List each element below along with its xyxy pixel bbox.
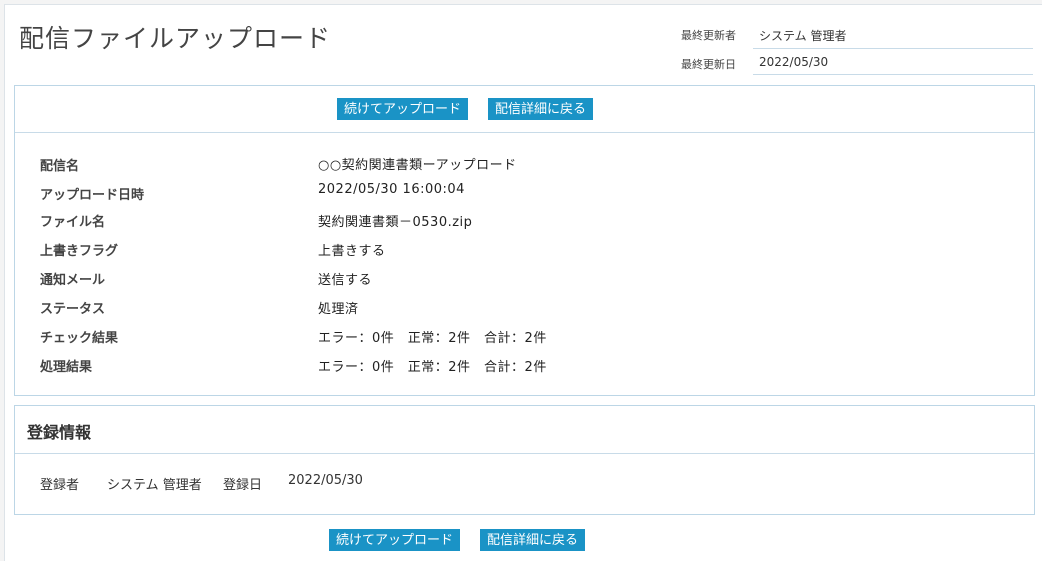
registration-date-value: 2022/05/30 <box>288 473 363 488</box>
registration-title: 登録情報 <box>27 423 92 442</box>
row-label-check-result: チェック結果 <box>40 331 119 346</box>
row-label-status: ステータス <box>40 302 106 317</box>
row-value-status: 処理済 <box>318 302 359 317</box>
row-value-overwrite-flag: 上書きする <box>318 244 386 259</box>
back-to-detail-button-bottom[interactable]: 配信詳細に戻る <box>480 529 586 551</box>
page-title: 配信ファイルアップロード <box>19 24 332 53</box>
row-label-overwrite-flag: 上書きフラグ <box>40 244 119 259</box>
continue-upload-button-top[interactable]: 続けてアップロード <box>337 98 469 120</box>
updated-by-value: システム 管理者 <box>753 24 1033 49</box>
row-label-upload-datetime: アップロード日時 <box>40 188 145 203</box>
registration-divider <box>15 453 1034 454</box>
registrant-value: システム 管理者 <box>107 478 202 493</box>
row-label-process-result: 処理結果 <box>40 360 93 375</box>
back-to-detail-button-top[interactable]: 配信詳細に戻る <box>488 98 594 120</box>
updated-date-value: 2022/05/30 <box>753 50 1033 75</box>
row-value-delivery-name: ○○契約関連書類ーアップロード <box>318 158 517 173</box>
registrant-label: 登録者 <box>40 478 80 493</box>
registration-panel: 登録情報 登録者 システム 管理者 登録日 2022/05/30 <box>14 405 1035 515</box>
registration-date-label: 登録日 <box>223 478 263 493</box>
panel-divider <box>15 132 1034 133</box>
row-value-check-result: エラー：0件 正常：2件 合計：2件 <box>318 331 547 346</box>
row-label-notification-mail: 通知メール <box>40 273 106 288</box>
updated-date-label: 最終更新日 <box>681 58 736 71</box>
row-value-notification-mail: 送信する <box>318 273 373 288</box>
row-value-file-name: 契約関連書類－0530.zip <box>318 215 473 230</box>
page: 配信ファイルアップロード 最終更新者 システム 管理者 最終更新日 2022/0… <box>4 4 1042 561</box>
continue-upload-button-bottom[interactable]: 続けてアップロード <box>329 529 461 551</box>
row-value-upload-datetime: 2022/05/30 16:00:04 <box>318 182 465 197</box>
updated-by-label: 最終更新者 <box>681 29 736 42</box>
detail-panel: 続けてアップロード 配信詳細に戻る 配信名 ○○契約関連書類ーアップロード アッ… <box>14 85 1035 396</box>
row-label-file-name: ファイル名 <box>40 215 106 230</box>
row-label-delivery-name: 配信名 <box>40 159 80 174</box>
row-value-process-result: エラー：0件 正常：2件 合計：2件 <box>318 360 547 375</box>
